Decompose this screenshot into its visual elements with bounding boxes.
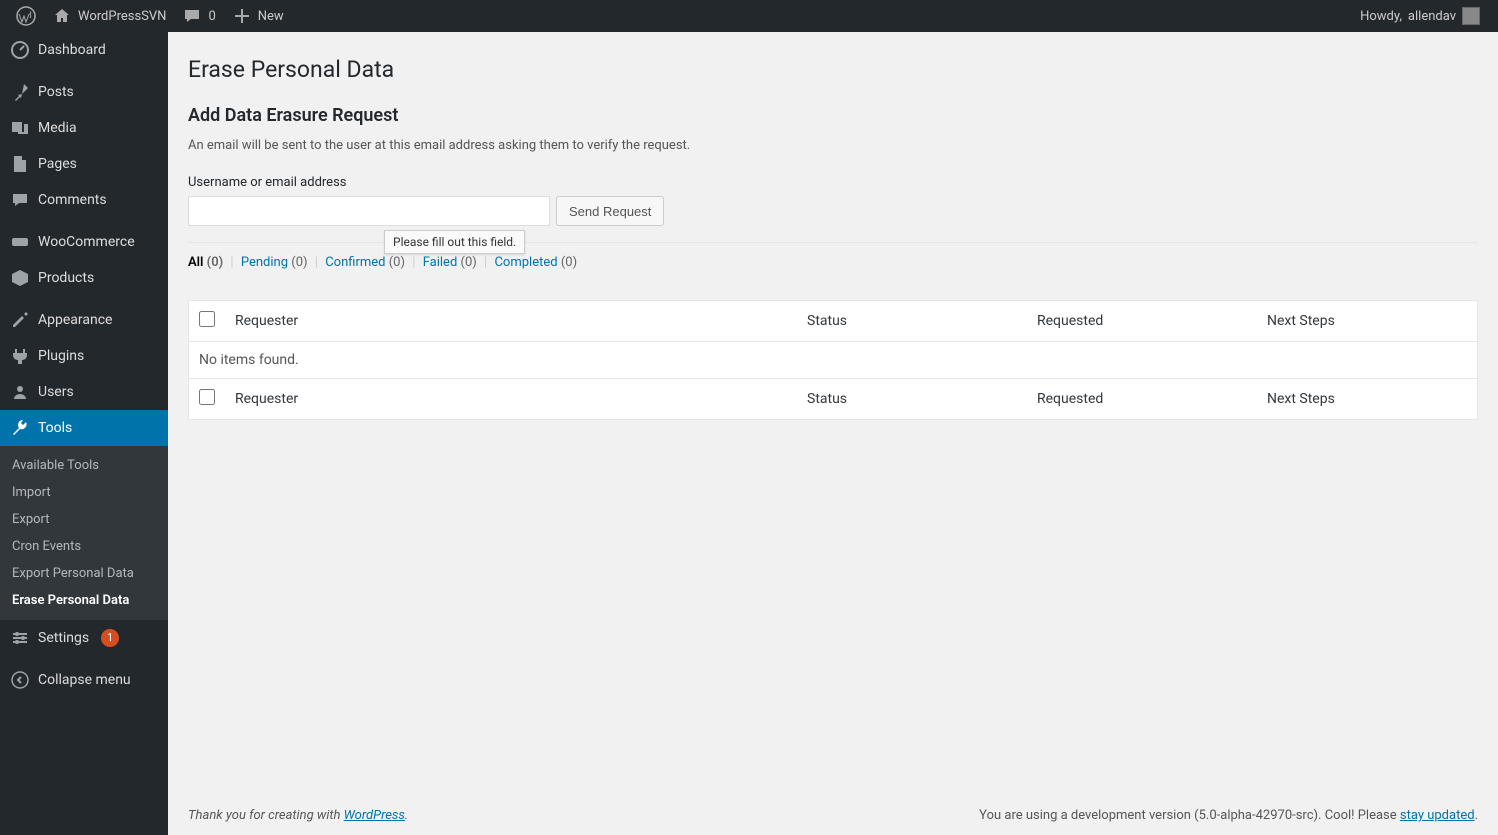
tools-icon <box>10 418 30 438</box>
divider <box>188 242 1478 243</box>
submenu-import[interactable]: Import <box>0 479 168 506</box>
menu-label: Appearance <box>38 312 112 328</box>
footer-thanks: Thank you for creating with WordPress. <box>188 808 408 823</box>
page-icon <box>10 154 30 174</box>
col-requested: Requested <box>1027 301 1257 342</box>
menu-dashboard[interactable]: Dashboard <box>0 32 168 68</box>
menu-users[interactable]: Users <box>0 374 168 410</box>
menu-label: Pages <box>38 156 77 172</box>
users-icon <box>10 382 30 402</box>
settings-icon <box>10 628 30 648</box>
tools-submenu: Available Tools Import Export Cron Event… <box>0 446 168 620</box>
site-name-menu[interactable]: WordPressSVN <box>44 0 174 32</box>
site-name-label: WordPressSVN <box>78 9 166 24</box>
pin-icon <box>10 82 30 102</box>
col-status: Status <box>797 301 1027 342</box>
menu-label: Dashboard <box>38 42 106 58</box>
section-description: An email will be sent to the user at thi… <box>188 138 1478 153</box>
comment-icon <box>182 6 202 26</box>
submenu-export-personal-data[interactable]: Export Personal Data <box>0 560 168 587</box>
collapse-menu[interactable]: Collapse menu <box>0 662 168 698</box>
menu-woocommerce[interactable]: WooCommerce <box>0 224 168 260</box>
submenu-erase-personal-data[interactable]: Erase Personal Data <box>0 587 168 614</box>
wp-logo-menu[interactable] <box>8 0 44 32</box>
submenu-cron-events[interactable]: Cron Events <box>0 533 168 560</box>
filter-confirmed[interactable]: Confirmed (0) <box>325 255 405 270</box>
send-request-button[interactable]: Send Request <box>556 196 664 226</box>
validation-tooltip: Please fill out this field. <box>384 230 525 254</box>
requests-table: Requester Status Requested Next Steps No… <box>188 300 1478 420</box>
menu-label: WooCommerce <box>38 234 135 250</box>
select-all-checkbox-top[interactable] <box>199 311 215 327</box>
menu-label: Products <box>38 270 94 286</box>
plugins-icon <box>10 346 30 366</box>
footer: Thank you for creating with WordPress. Y… <box>188 808 1478 823</box>
menu-pages[interactable]: Pages <box>0 146 168 182</box>
dashboard-icon <box>10 40 30 60</box>
submenu-available-tools[interactable]: Available Tools <box>0 452 168 479</box>
col-requested-foot: Requested <box>1027 378 1257 419</box>
filter-failed[interactable]: Failed (0) <box>423 255 477 270</box>
admin-bar: WordPressSVN 0 New Howdy, allendav <box>0 0 1498 32</box>
select-all-checkbox-bottom[interactable] <box>199 389 215 405</box>
wordpress-icon <box>16 6 36 26</box>
menu-label: Settings <box>38 630 89 646</box>
avatar <box>1462 7 1480 25</box>
collapse-icon <box>10 670 30 690</box>
menu-products[interactable]: Products <box>0 260 168 296</box>
menu-posts[interactable]: Posts <box>0 74 168 110</box>
content-area: Erase Personal Data Add Data Erasure Req… <box>168 0 1498 835</box>
status-filters: All (0) | Pending (0) | Confirmed (0) | … <box>188 255 1478 270</box>
menu-label: Tools <box>38 420 72 436</box>
col-next-steps-foot: Next Steps <box>1257 378 1477 419</box>
plus-icon <box>232 6 252 26</box>
menu-appearance[interactable]: Appearance <box>0 302 168 338</box>
new-label: New <box>258 9 284 24</box>
stay-updated-link[interactable]: stay updated <box>1400 808 1475 823</box>
menu-plugins[interactable]: Plugins <box>0 338 168 374</box>
appearance-icon <box>10 310 30 330</box>
menu-comments[interactable]: Comments <box>0 182 168 218</box>
filter-all[interactable]: All (0) <box>188 255 223 270</box>
menu-tools[interactable]: Tools <box>0 410 168 446</box>
new-content-menu[interactable]: New <box>224 0 292 32</box>
form-row: Send Request Please fill out this field. <box>188 196 1478 226</box>
username-email-input[interactable] <box>188 196 550 226</box>
menu-label: Plugins <box>38 348 84 364</box>
comments-icon <box>10 190 30 210</box>
menu-label: Posts <box>38 84 74 100</box>
field-label: Username or email address <box>188 175 1478 190</box>
menu-label: Users <box>38 384 74 400</box>
menu-label: Comments <box>38 192 107 208</box>
woo-icon <box>10 232 30 252</box>
section-title: Add Data Erasure Request <box>188 105 1478 126</box>
comments-count: 0 <box>208 9 215 24</box>
page-title: Erase Personal Data <box>188 56 1478 83</box>
settings-badge: 1 <box>101 629 119 647</box>
col-requester[interactable]: Requester <box>225 301 797 342</box>
media-icon <box>10 118 30 138</box>
wordpress-link[interactable]: WordPress <box>344 808 405 823</box>
products-icon <box>10 268 30 288</box>
admin-sidebar: Dashboard Posts Media Pages Comments Woo… <box>0 32 168 835</box>
filter-completed[interactable]: Completed (0) <box>494 255 577 270</box>
menu-label: Collapse menu <box>38 672 131 688</box>
filter-pending[interactable]: Pending (0) <box>241 255 308 270</box>
comments-menu[interactable]: 0 <box>174 0 223 32</box>
menu-label: Media <box>38 120 77 136</box>
howdy-prefix: Howdy, <box>1360 9 1402 24</box>
my-account-menu[interactable]: Howdy, allendav <box>1352 0 1484 32</box>
col-status-foot: Status <box>797 378 1027 419</box>
home-icon <box>52 6 72 26</box>
col-next-steps: Next Steps <box>1257 301 1477 342</box>
menu-media[interactable]: Media <box>0 110 168 146</box>
submenu-export[interactable]: Export <box>0 506 168 533</box>
menu-settings[interactable]: Settings 1 <box>0 620 168 656</box>
col-requester-foot[interactable]: Requester <box>225 378 797 419</box>
username: allendav <box>1408 9 1456 24</box>
footer-version: You are using a development version (5.0… <box>979 808 1478 823</box>
empty-message: No items found. <box>189 342 1477 378</box>
